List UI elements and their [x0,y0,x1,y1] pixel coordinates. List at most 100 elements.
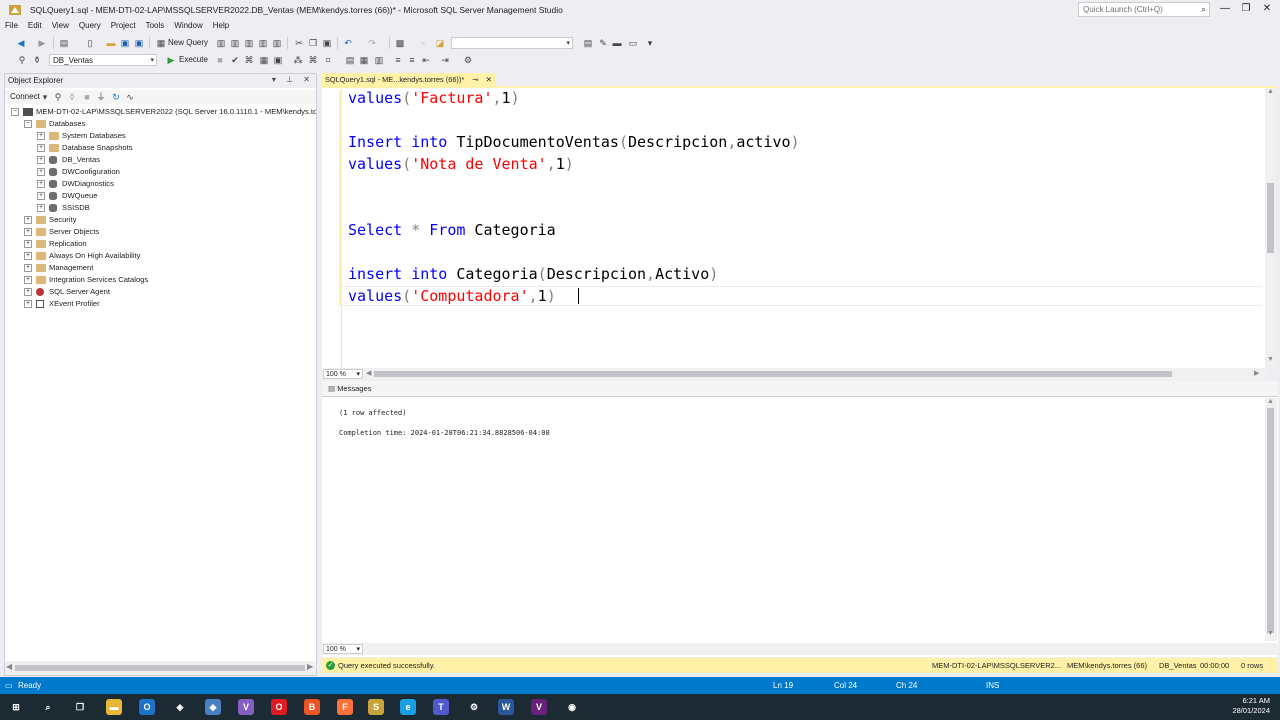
teams-icon[interactable]: T [433,699,449,715]
menu-file[interactable]: File [0,20,23,31]
settings-shield-icon[interactable]: ◈ [172,699,188,715]
database-select[interactable]: DB_Ventas ▾ [49,54,157,66]
collapse-icon[interactable]: − [11,108,19,116]
redo-icon[interactable]: ↷ [366,37,378,49]
refresh-icon[interactable]: ↻ [110,91,122,103]
code-line[interactable]: values('Nota de Venta',1) [348,154,574,174]
disconnect-icon[interactable]: ⚱ [66,91,78,103]
results-zoom-select[interactable]: 100 % ▾ [323,644,363,654]
indent-icon[interactable]: ⇤ [420,54,432,66]
expand-icon[interactable]: + [24,300,32,308]
back-icon[interactable]: ◀ [15,37,27,49]
close-tab-icon[interactable]: ✕ [486,75,492,84]
scroll-right-icon[interactable]: ▶ [307,662,313,671]
copy-icon[interactable]: ❐ [307,37,319,49]
scrollbar-thumb[interactable] [15,665,305,671]
results-to-text-icon[interactable]: ▤ [344,54,356,66]
forward-icon[interactable]: ▶ [36,37,48,49]
panel-controls[interactable]: ▾ ⊥ ✕ [272,75,314,84]
execute-button[interactable]: Execute [179,55,208,64]
save-icon[interactable]: ▣ [119,37,131,49]
minimize-button[interactable]: — [1215,3,1235,17]
windows-start-icon[interactable]: ⊞ [8,699,24,715]
uncomment-icon[interactable]: ≡ [406,54,418,66]
tab-sqlquery1[interactable]: SQLQuery1.sql - ME...kendys.torres (66))… [322,73,496,86]
collapse-icon[interactable]: − [24,120,32,128]
scroll-down-icon[interactable]: ▼ [1267,356,1274,363]
toolbar-options-icon[interactable]: ⚙ [462,54,474,66]
scroll-up-icon[interactable]: ▲ [1267,88,1274,95]
filter-icon[interactable]: ⏚ [95,91,107,103]
activity-icon[interactable]: ∿ [124,91,136,103]
expand-icon[interactable]: + [24,264,32,272]
word-icon[interactable]: W [498,699,514,715]
expand-icon[interactable]: + [24,240,32,248]
task-view-icon[interactable]: ❐ [72,699,88,715]
stop-icon[interactable]: ■ [81,91,93,103]
results-to-file-icon[interactable]: ▥ [373,54,385,66]
undo-icon[interactable]: ↶ [342,37,354,49]
query-mdx-icon[interactable]: ▥ [215,37,227,49]
expand-icon[interactable]: + [37,168,45,176]
display-plan-icon[interactable]: ⌘ [243,54,255,66]
results-to-icon[interactable]: ▣ [272,54,284,66]
close-button[interactable]: ✕ [1257,3,1277,17]
change-connection-icon[interactable]: ⚱ [31,54,43,66]
toolbox-icon[interactable]: ▬ [611,37,623,49]
pin-icon[interactable]: ⊸ [472,75,478,84]
new-file-icon[interactable]: ▯ [84,37,96,49]
opera-icon[interactable]: O [271,699,287,715]
query-analysis-icon[interactable]: ▥ [271,37,283,49]
live-stats-icon[interactable]: ⌗ [322,54,334,66]
activity-monitor-icon[interactable]: ▩ [394,37,406,49]
editor-zoom-select[interactable]: 100 % ▾ [323,369,363,379]
system-clock[interactable]: 6:21 AM 28/01/2024 [1232,696,1270,716]
menu-view[interactable]: View [47,20,74,31]
toggle-icon[interactable]: ▫ [417,37,429,49]
github-icon[interactable]: ◉ [564,699,580,715]
new-query-icon[interactable]: ▦ [155,37,167,49]
code-line[interactable]: insert into Categoria(Descripcion,Activo… [348,264,718,284]
code-line[interactable]: values('Factura',1) [348,88,520,108]
expand-icon[interactable]: + [37,132,45,140]
object-explorer-scrollbar[interactable]: ◀ ▶ [5,661,316,675]
cut-icon[interactable]: ✂ [293,37,305,49]
quick-launch-input[interactable]: Quick Launch (Ctrl+Q) ⌕ [1078,2,1210,17]
scroll-left-icon[interactable]: ◀ [6,662,12,671]
connect-plug-icon[interactable]: ⚲ [52,91,64,103]
solution-explorer-icon[interactable]: ▤ [582,37,594,49]
search-icon[interactable]: ⌕ [40,699,56,715]
query-designer-icon[interactable]: ▦ [258,54,270,66]
intellisense-icon[interactable]: ⁂ [292,54,304,66]
expand-icon[interactable]: + [37,180,45,188]
expand-icon[interactable]: + [24,288,32,296]
cube-icon[interactable]: ◆ [205,699,221,715]
menu-window[interactable]: Window [169,20,207,31]
query-xmla-icon[interactable]: ▥ [243,37,255,49]
ssms-icon[interactable]: S [368,699,384,715]
parse-check-icon[interactable]: ✔ [229,54,241,66]
scroll-left-icon[interactable]: ◀ [366,369,371,377]
scrollbar-thumb[interactable] [1267,183,1274,253]
stop-icon[interactable]: ■ [214,54,226,66]
brave-icon[interactable]: B [304,699,320,715]
expand-icon[interactable]: + [24,276,32,284]
menu-query[interactable]: Query [74,20,106,31]
code-line[interactable]: Select * From Categoria [348,220,556,240]
scroll-right-icon[interactable]: ▶ [1254,369,1259,377]
maximize-button[interactable]: ❐ [1236,3,1256,17]
code-line[interactable]: Insert into TipDocumentoVentas(Descripci… [348,132,800,152]
expand-icon[interactable]: + [37,204,45,212]
specify-values-icon[interactable]: ⇥ [439,54,451,66]
properties-icon[interactable]: ✎ [597,37,609,49]
chevron-down-icon[interactable]: ▾ [39,91,51,103]
tab-messages[interactable]: ▤ Messages [322,381,1278,397]
find-icon[interactable]: ◪ [434,37,446,49]
results-to-grid-icon[interactable]: ▦ [358,54,370,66]
toolbar-options-icon[interactable]: ▾ [644,37,656,49]
new-project-icon[interactable]: ▤ [58,37,70,49]
connect-button[interactable]: Connect [10,92,40,101]
menu-help[interactable]: Help [208,20,234,31]
visual-studio-icon[interactable]: V [238,699,254,715]
paste-icon[interactable]: ▣ [321,37,333,49]
